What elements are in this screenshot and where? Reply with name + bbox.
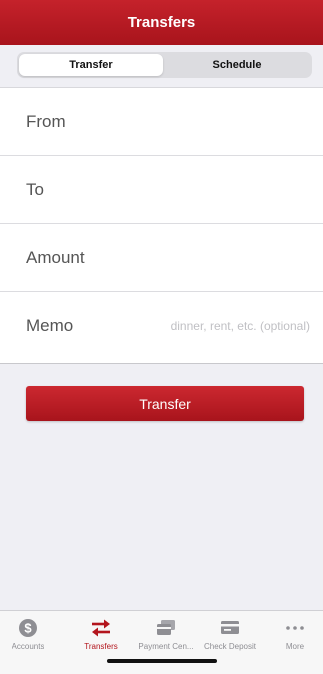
tab-transfers[interactable]: Transfers (69, 611, 133, 657)
to-row[interactable]: To (0, 156, 323, 224)
segment-transfer[interactable]: Transfer (19, 54, 163, 76)
tab-bar: $ Accounts Transfers Payment Cen... Chec… (0, 610, 323, 674)
to-label: To (26, 179, 44, 199)
transfer-form: From To Amount Memo (0, 88, 323, 364)
check-icon (218, 617, 242, 639)
from-row[interactable]: From (0, 88, 323, 156)
tab-label: Accounts (11, 642, 45, 651)
page-title: Transfers (127, 14, 196, 31)
tab-check-deposit[interactable]: Check Deposit (198, 611, 262, 657)
amount-label: Amount (26, 247, 85, 267)
tab-payment-center[interactable]: Payment Cen... (134, 611, 198, 657)
transfer-button[interactable]: Transfer (26, 386, 304, 421)
tab-label: Check Deposit (203, 642, 257, 651)
memo-label: Memo (26, 316, 74, 335)
cards-icon (154, 617, 178, 639)
tab-label: More (285, 642, 305, 651)
segment-bar: Transfer Schedule (0, 45, 323, 88)
tab-accounts[interactable]: $ Accounts (0, 611, 60, 657)
arrows-swap-icon (89, 617, 113, 639)
ellipsis-icon (283, 617, 307, 639)
tab-label: Transfers (84, 642, 118, 651)
from-label: From (26, 111, 66, 131)
tab-more[interactable]: More (263, 611, 323, 657)
dollar-circle-icon: $ (16, 617, 40, 639)
home-indicator[interactable] (107, 659, 217, 663)
segmented-control: Transfer Schedule (17, 52, 312, 78)
segment-schedule[interactable]: Schedule (165, 54, 309, 76)
nav-header: Transfers (0, 0, 323, 45)
svg-text:$: $ (24, 621, 32, 636)
tab-label: Payment Cen... (138, 642, 194, 651)
memo-row: Memo (0, 292, 323, 360)
memo-input[interactable] (135, 314, 310, 338)
amount-row[interactable]: Amount (0, 224, 323, 292)
